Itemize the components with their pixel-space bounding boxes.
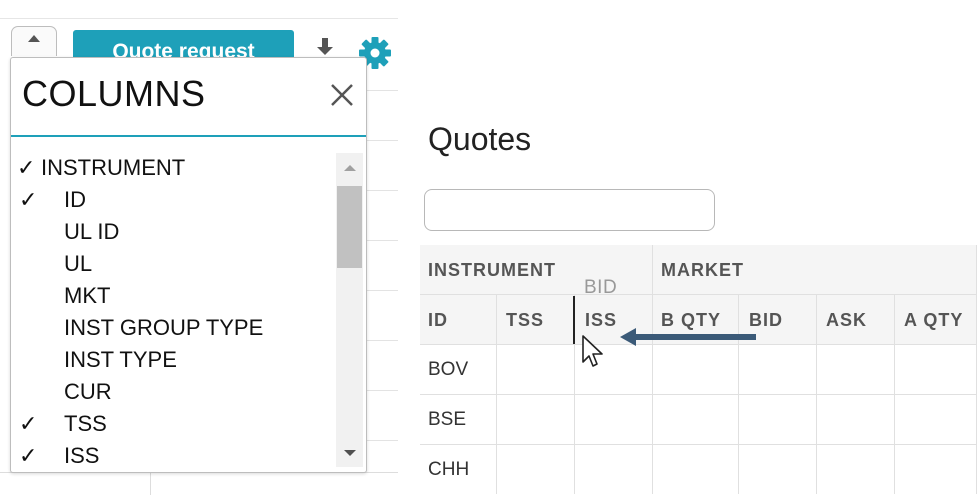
column-item-cur[interactable]: CUR <box>11 376 331 408</box>
column-item-inst-type[interactable]: INST TYPE <box>11 344 331 376</box>
table-cell[interactable] <box>739 445 817 494</box>
column-item-ul-id[interactable]: UL ID <box>11 216 331 248</box>
background-grid-column <box>366 90 398 494</box>
table-cell[interactable] <box>739 345 817 395</box>
close-icon[interactable] <box>329 82 355 108</box>
table-cell-id[interactable]: BSE <box>420 395 497 445</box>
column-item-ul[interactable]: UL <box>11 248 331 280</box>
popup-title-divider <box>11 135 366 137</box>
drag-direction-arrow-icon <box>620 328 756 346</box>
table-cell[interactable] <box>817 445 895 494</box>
column-item-mkt[interactable]: MKT <box>11 280 331 312</box>
page-title: Quotes <box>428 121 532 157</box>
scroll-up-button[interactable] <box>11 26 57 56</box>
column-list: ✓ INSTRUMENT ✓ ID UL ID UL MKT INST GROU… <box>11 152 331 472</box>
checkmark-icon: ✓ <box>19 187 38 212</box>
column-header-a-qty[interactable]: A QTY <box>895 295 977 345</box>
table-cell-id[interactable]: BOV <box>420 345 497 395</box>
column-header-tss[interactable]: TSS <box>497 295 575 345</box>
table-cell[interactable] <box>653 395 739 445</box>
column-item-iss[interactable]: ✓ ISS <box>11 440 331 472</box>
popup-title: COLUMNS <box>22 73 206 114</box>
checkmark-icon: ✓ <box>19 411 38 436</box>
columns-popup: COLUMNS ✓ INSTRUMENT ✓ ID UL ID UL MKT I… <box>10 57 367 473</box>
column-drop-indicator <box>573 296 575 344</box>
scroll-down-arrow-icon[interactable] <box>344 450 356 456</box>
table-cell[interactable] <box>497 445 575 494</box>
table-cell[interactable] <box>895 445 977 494</box>
column-header-ask[interactable]: ASK <box>817 295 895 345</box>
column-list-scrollbar[interactable] <box>336 153 363 467</box>
group-header-market[interactable]: MARKET <box>653 245 977 295</box>
table-cell[interactable] <box>653 345 739 395</box>
checkmark-icon: ✓ <box>17 155 36 180</box>
table-cell[interactable] <box>653 445 739 494</box>
table-cell[interactable] <box>497 395 575 445</box>
background-grid-bottom <box>0 472 398 495</box>
table-cell[interactable] <box>817 395 895 445</box>
quotes-grid: INSTRUMENT MARKET ID TSS ISS B QTY BID A… <box>420 245 977 494</box>
column-item-instrument[interactable]: ✓ INSTRUMENT <box>11 152 331 184</box>
checkmark-icon: ✓ <box>19 443 38 468</box>
table-cell-id[interactable]: CHH <box>420 445 497 494</box>
search-input[interactable] <box>424 189 715 231</box>
column-header-id[interactable]: ID <box>420 295 497 345</box>
drag-ghost-label: BID <box>584 277 618 298</box>
table-cell[interactable] <box>497 345 575 395</box>
table-cell[interactable] <box>895 395 977 445</box>
table-cell[interactable] <box>817 345 895 395</box>
mouse-cursor-icon <box>582 335 603 367</box>
toolbar-top-border <box>0 18 398 19</box>
table-cell[interactable] <box>739 395 817 445</box>
group-header-instrument[interactable]: INSTRUMENT <box>420 245 653 295</box>
scroll-up-arrow-icon[interactable] <box>344 165 356 171</box>
column-item-tss[interactable]: ✓ TSS <box>11 408 331 440</box>
column-item-id[interactable]: ✓ ID <box>11 184 331 216</box>
scrollbar-thumb[interactable] <box>337 186 362 268</box>
table-cell[interactable] <box>575 395 653 445</box>
table-cell[interactable] <box>575 445 653 494</box>
table-cell[interactable] <box>895 345 977 395</box>
column-item-inst-group-type[interactable]: INST GROUP TYPE <box>11 312 331 344</box>
